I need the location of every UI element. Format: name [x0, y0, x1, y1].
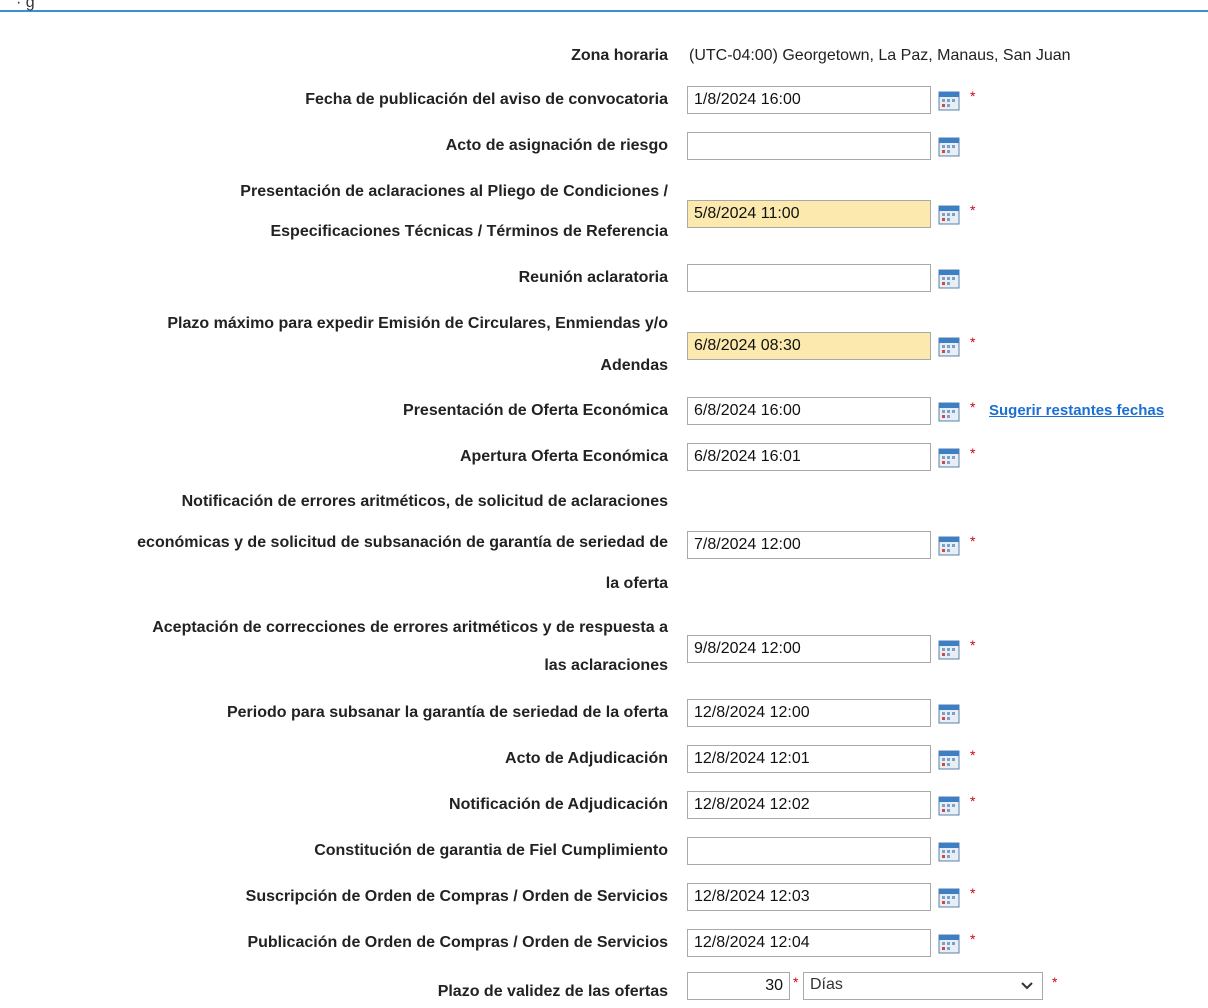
required-mark: * [793, 974, 799, 990]
label-suscripcion-orden: Suscripción de Orden de Compras / Orden … [245, 888, 668, 905]
calendar-icon[interactable] [938, 534, 960, 556]
label-periodo-subsanar: Periodo para subsanar la garantía de ser… [226, 704, 668, 721]
label-aceptacion-correcciones-2: las aclaraciones [544, 657, 668, 674]
label-notificacion-errores-3: la oferta [605, 575, 668, 592]
calendar-icon[interactable] [938, 840, 960, 862]
label-zona-horaria: Zona horaria [571, 47, 668, 64]
section-divider [0, 10, 1208, 12]
section-title-cut: · g [16, 0, 35, 11]
presentacion-aclaraciones-input[interactable] [687, 200, 931, 228]
required-mark: * [970, 533, 976, 549]
acto-asignacion-input[interactable] [687, 132, 931, 160]
label-plazo-validez: Plazo de validez de las ofertas [437, 983, 668, 1000]
suscripcion-orden-input[interactable] [687, 883, 931, 911]
label-presentacion-oferta: Presentación de Oferta Económica [403, 402, 668, 419]
publicacion-orden-input[interactable] [687, 929, 931, 957]
periodo-subsanar-input[interactable] [687, 699, 931, 727]
label-plazo-circulares-1: Plazo máximo para expedir Emisión de Cir… [167, 315, 668, 332]
value-zona-horaria: (UTC-04:00) Georgetown, La Paz, Manaus, … [689, 47, 1071, 64]
plazo-circulares-input[interactable] [687, 332, 931, 360]
label-garantia-fiel: Constitución de garantia de Fiel Cumplim… [314, 842, 668, 859]
label-aceptacion-correcciones-1: Aceptación de correcciones de errores ar… [152, 619, 668, 636]
required-mark: * [970, 445, 976, 461]
calendar-icon[interactable] [938, 267, 960, 289]
calendar-icon[interactable] [938, 400, 960, 422]
required-mark: * [970, 202, 976, 218]
required-mark: * [970, 747, 976, 763]
garantia-fiel-input[interactable] [687, 837, 931, 865]
calendar-icon[interactable] [938, 702, 960, 724]
calendar-icon[interactable] [938, 638, 960, 660]
plazo-validez-input[interactable] [687, 972, 790, 1000]
apertura-oferta-input[interactable] [687, 443, 931, 471]
presentacion-oferta-input[interactable] [687, 397, 931, 425]
calendar-icon[interactable] [938, 932, 960, 954]
calendar-icon[interactable] [938, 446, 960, 468]
chevron-down-icon [1021, 982, 1033, 990]
aceptacion-correcciones-input[interactable] [687, 635, 931, 663]
required-mark: * [970, 637, 976, 653]
label-reunion-aclaratoria: Reunión aclaratoria [518, 269, 668, 286]
required-mark: * [970, 931, 976, 947]
label-presentacion-aclaraciones-1: Presentación de aclaraciones al Pliego d… [240, 183, 668, 200]
required-mark: * [970, 399, 976, 415]
label-notificacion-errores-2: económicas y de solicitud de subsanación… [137, 534, 668, 551]
reunion-aclaratoria-input[interactable] [687, 264, 931, 292]
notificacion-errores-input[interactable] [687, 531, 931, 559]
label-notificacion-adjudicacion: Notificación de Adjudicación [449, 796, 668, 813]
label-plazo-circulares-2: Adendas [600, 357, 668, 374]
calendar-icon[interactable] [938, 748, 960, 770]
required-mark: * [970, 793, 976, 809]
required-mark: * [970, 885, 976, 901]
notificacion-adjudicacion-input[interactable] [687, 791, 931, 819]
label-acto-adjudicacion: Acto de Adjudicación [505, 750, 668, 767]
label-presentacion-aclaraciones-2: Especificaciones Técnicas / Términos de … [270, 223, 668, 240]
unidad-select[interactable]: Días [803, 972, 1043, 1000]
calendar-icon[interactable] [938, 794, 960, 816]
required-mark: * [970, 88, 976, 104]
calendar-icon[interactable] [938, 203, 960, 225]
calendar-icon[interactable] [938, 89, 960, 111]
calendar-icon[interactable] [938, 135, 960, 157]
label-apertura-oferta: Apertura Oferta Económica [459, 448, 668, 465]
label-fecha-publicacion: Fecha de publicación del aviso de convoc… [305, 91, 668, 108]
required-mark: * [970, 334, 976, 350]
sugerir-fechas-link[interactable]: Sugerir restantes fechas [989, 402, 1164, 419]
fecha-publicacion-input[interactable] [687, 86, 931, 114]
required-mark: * [1052, 974, 1058, 990]
unidad-select-value: Días [810, 976, 843, 993]
label-acto-asignacion: Acto de asignación de riesgo [445, 137, 668, 154]
label-notificacion-errores-1: Notificación de errores aritméticos, de … [181, 493, 668, 510]
label-publicacion-orden: Publicación de Orden de Compras / Orden … [247, 934, 668, 951]
calendar-icon[interactable] [938, 886, 960, 908]
acto-adjudicacion-input[interactable] [687, 745, 931, 773]
calendar-icon[interactable] [938, 335, 960, 357]
